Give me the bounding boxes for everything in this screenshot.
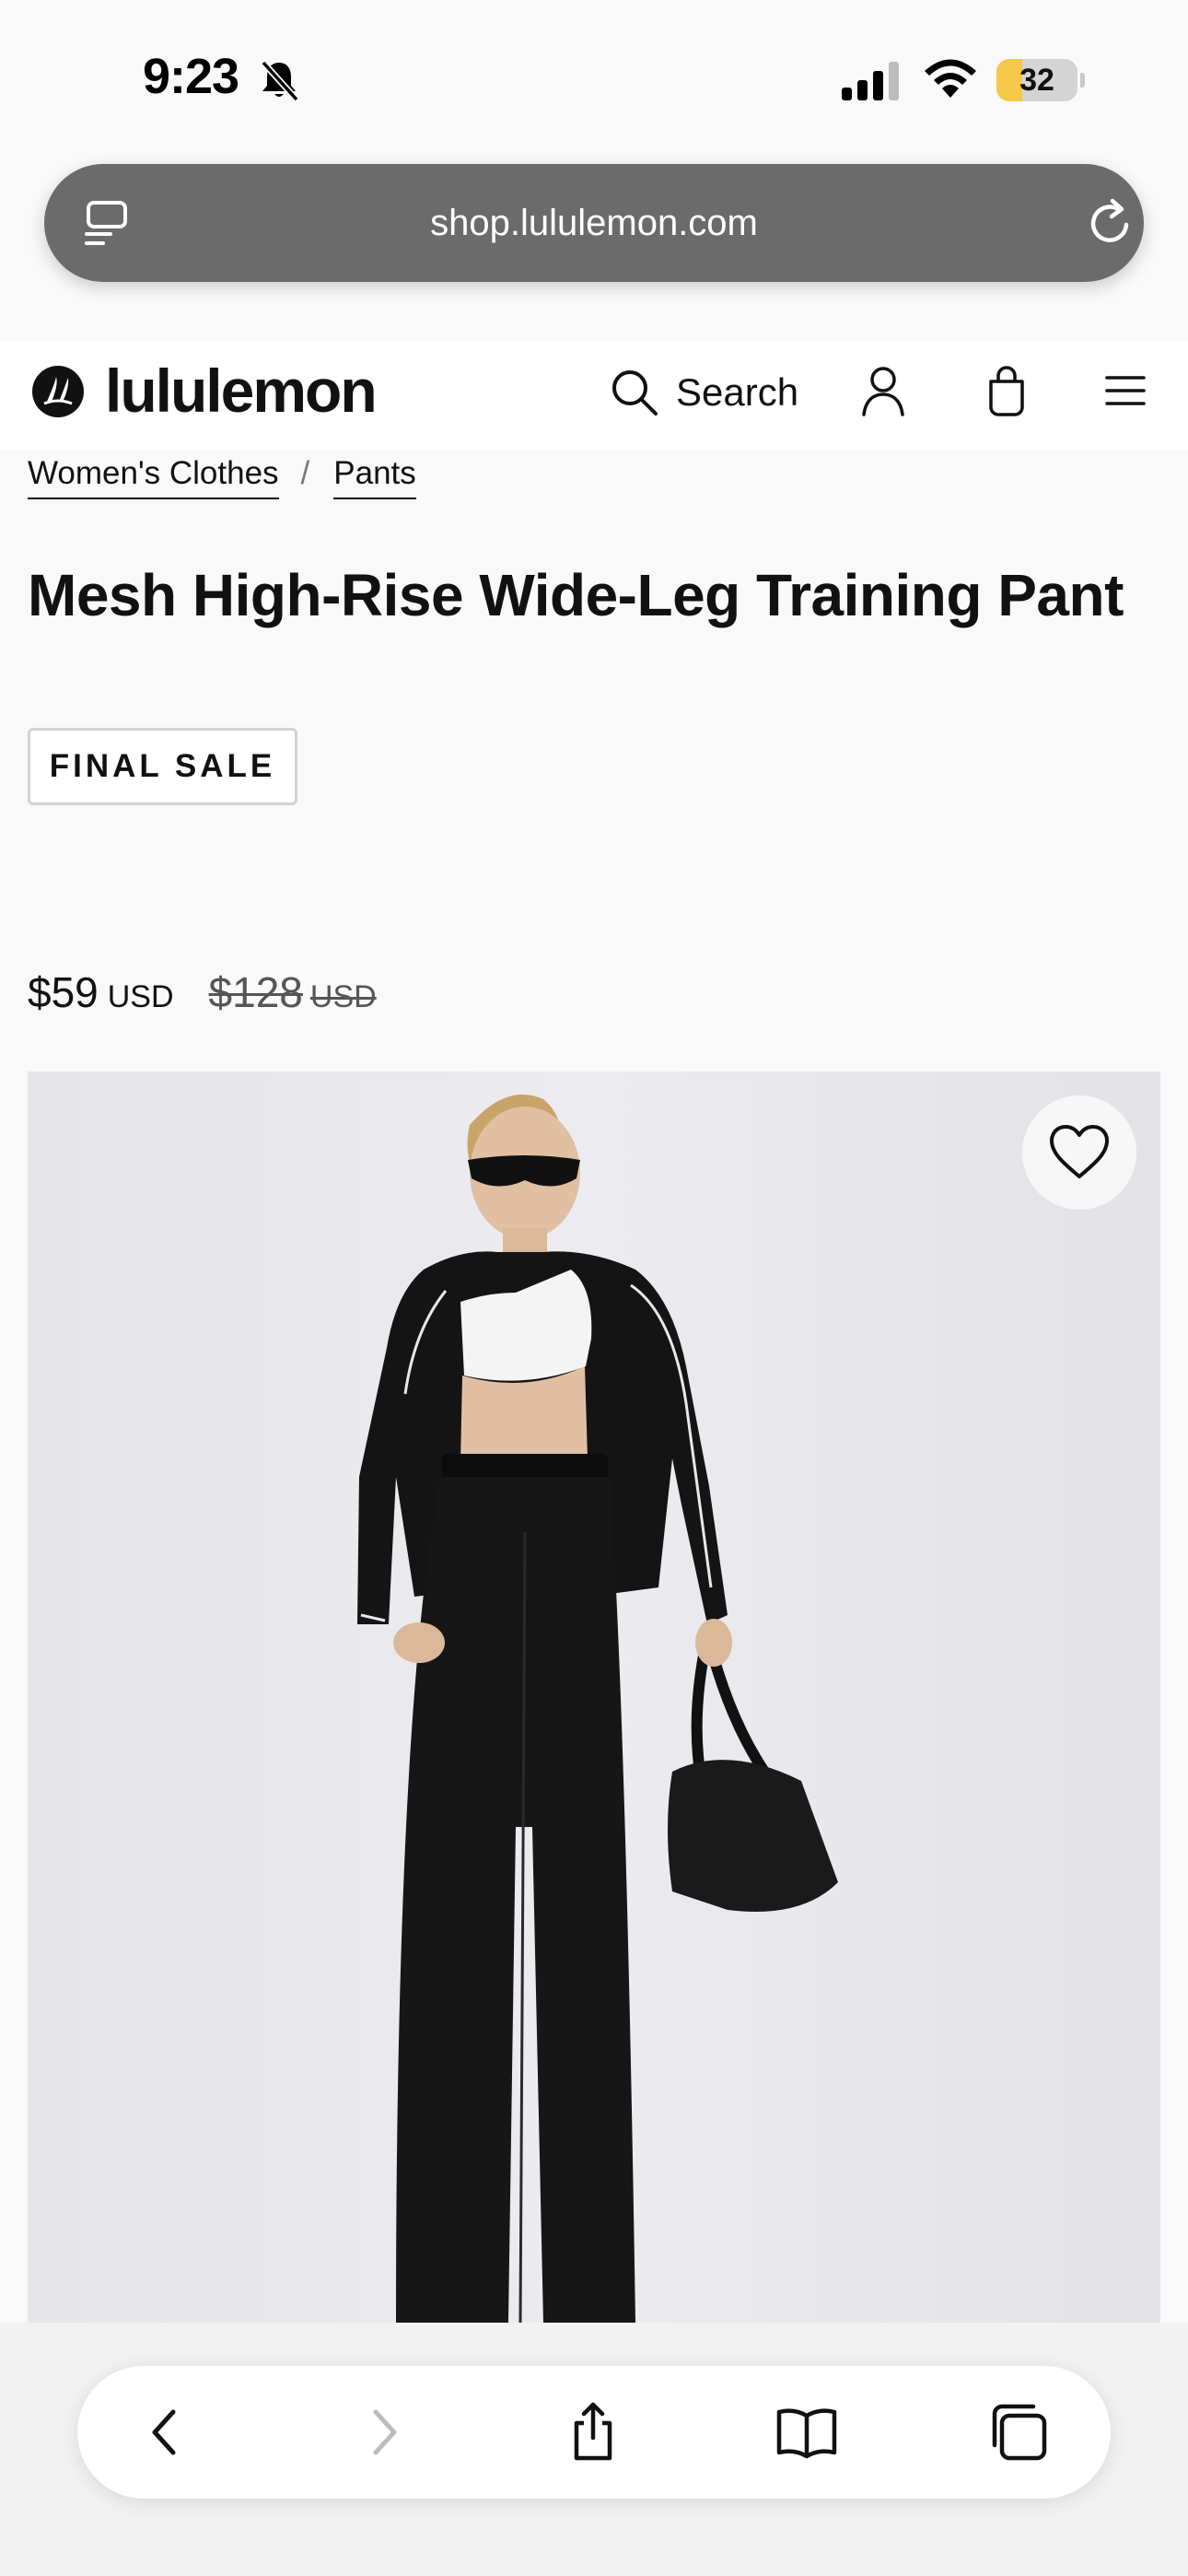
price-original-currency: USD [309, 979, 377, 1014]
search-button[interactable]: Search [610, 365, 798, 420]
price-current: $59 [28, 968, 99, 1016]
bookmarks-icon[interactable] [774, 2399, 840, 2465]
hamburger-menu-icon[interactable] [1105, 372, 1146, 409]
url-text[interactable]: shop.lululemon.com [44, 164, 1144, 282]
battery-icon: 32 [996, 59, 1085, 101]
tabs-icon[interactable] [985, 2399, 1052, 2465]
cellular-signal-icon [842, 62, 899, 100]
breadcrumb: Women's Clothes / Pants [28, 455, 416, 499]
bell-slash-icon [261, 60, 299, 102]
wifi-icon [925, 59, 976, 98]
wishlist-button[interactable] [1022, 1095, 1136, 1210]
price-original: $128 [208, 968, 303, 1016]
search-icon [612, 370, 658, 416]
breadcrumb-pants[interactable]: Pants [333, 455, 416, 499]
reload-icon[interactable] [1085, 197, 1136, 249]
product-title: Mesh High-Rise Wide-Leg Training Pant [28, 562, 1124, 628]
forward-arrow-icon[interactable] [350, 2399, 416, 2465]
share-icon[interactable] [560, 2399, 626, 2465]
price-current-currency: USD [107, 979, 174, 1014]
url-bar[interactable]: shop.lululemon.com [44, 164, 1144, 282]
account-icon[interactable] [860, 365, 906, 416]
search-label: Search [676, 370, 799, 414]
status-bar: 9:23 32 [0, 0, 1188, 157]
logo-text[interactable]: lululemon [105, 356, 378, 426]
site-header: lululemon Search [0, 341, 1188, 450]
battery-level: 32 [1019, 63, 1054, 98]
browser-toolbar [77, 2366, 1111, 2499]
breadcrumb-separator: / [300, 455, 310, 491]
bag-icon[interactable] [984, 365, 1030, 416]
page: 9:23 32 shop.lululemon.com lululemon Sea… [0, 0, 1188, 2576]
model-photo [357, 1094, 838, 2323]
status-time: 9:23 [143, 49, 239, 104]
product-image[interactable] [28, 1071, 1160, 2323]
price-row: $59 USD $128 USD [28, 967, 377, 1017]
breadcrumb-womens-clothes[interactable]: Women's Clothes [28, 455, 279, 499]
logo-mark-icon[interactable] [31, 365, 85, 418]
heart-icon [1050, 1125, 1109, 1178]
back-arrow-icon[interactable] [133, 2399, 199, 2465]
final-sale-badge: FINAL SALE [28, 728, 297, 805]
